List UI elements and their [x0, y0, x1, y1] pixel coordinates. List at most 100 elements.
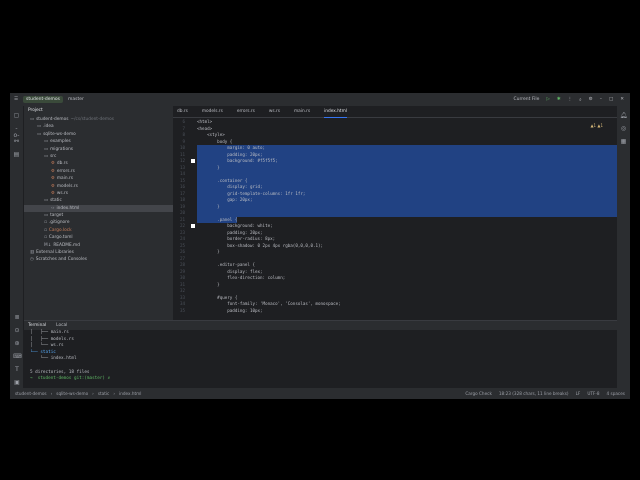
terminal-output[interactable]: │ ├── main.rs │ ├── models.rs │ └── ws.rs └… — [24, 330, 617, 383]
terminal-icon[interactable]: ⌨ — [13, 353, 22, 360]
html-icon: ‹› — [51, 205, 55, 211]
tree-item[interactable]: ▭ student-demos ~/cs/student-demos — [24, 116, 173, 123]
run-config-selector[interactable]: Current File — [514, 97, 540, 102]
tree-item-label: main.rs — [56, 176, 73, 182]
tree-item-label: models.rs — [56, 183, 78, 189]
status-bar: student-demos › sqlite-ws-demo › static › i… — [10, 388, 630, 399]
tab-main-rs[interactable]: main.rs — [294, 106, 310, 118]
color-swatch-icon — [191, 224, 195, 228]
folder-icon: ▭ — [44, 139, 49, 145]
tree-item-label: student-demos — [36, 117, 69, 122]
tree-item[interactable]: ▭ migrations — [24, 146, 173, 153]
tree-item[interactable]: ◷ Scratches and Consoles — [24, 256, 173, 263]
tree-item-label: sqlite-ws-demo — [43, 131, 76, 137]
tree-item[interactable]: ▫ Cargo.toml — [24, 234, 173, 241]
tree-item[interactable]: ⚙ db.rs — [24, 160, 173, 167]
tree-item[interactable]: ▭ static — [24, 197, 173, 204]
terminal-tabs: Terminal Local — [24, 321, 617, 330]
git-icon[interactable]: ⊛ — [13, 340, 21, 347]
line-separator[interactable]: LF — [576, 391, 581, 396]
tree-item-label: Cargo.toml — [48, 235, 73, 241]
structure-icon[interactable]: ⚯ — [13, 138, 21, 145]
breadcrumb-0[interactable]: student-demos — [15, 391, 47, 396]
file-icon: ▫ — [44, 235, 47, 241]
tree-item[interactable]: ▭ sqlite-ws-demo — [24, 131, 173, 138]
tree-item[interactable]: ▥ External Libraries — [24, 249, 173, 256]
indent[interactable]: 4 spaces — [607, 391, 625, 396]
tree-item[interactable]: ⚙ errors.rs — [24, 168, 173, 175]
breadcrumb-3[interactable]: index.html — [119, 391, 141, 396]
line-number: 35 — [179, 307, 185, 313]
code-text: padding: 10px; — [197, 307, 263, 313]
tab-ws-rs[interactable]: ws.rs — [269, 106, 280, 118]
branch-selector[interactable]: master — [68, 97, 84, 102]
search-icon[interactable]: ⌕ — [579, 97, 582, 103]
project-panel-title: Project — [28, 108, 43, 113]
close-icon[interactable]: ✕ — [620, 97, 624, 102]
main-menu-icon[interactable]: ☰ — [14, 97, 18, 102]
tree-item[interactable]: ▭ .idea — [24, 123, 173, 130]
folder-icon: ▭ — [37, 131, 42, 137]
project-panel: Project ▭ student-demos ~/cs/student-demo… — [24, 106, 173, 320]
problems-icon[interactable]: ⊙ — [13, 327, 21, 334]
breadcrumb-2[interactable]: static — [98, 391, 110, 396]
tree-item[interactable]: ▭ src — [24, 153, 173, 160]
maximize-icon[interactable]: □ — [609, 97, 613, 102]
tree-item[interactable]: ⚙ models.rs — [24, 183, 173, 190]
code-area[interactable]: 6 <html> 7 <head> 8 <style> 9 body {10 margin… — [173, 119, 617, 320]
project-selector[interactable]: student-demos — [23, 96, 63, 103]
project-icon[interactable]: ▢ — [13, 112, 21, 119]
text-icon[interactable]: T — [13, 366, 21, 373]
database-icon[interactable]: ◎ — [620, 125, 628, 132]
rust-icon: ⚙ — [51, 161, 55, 167]
tree-item-label: target — [50, 213, 64, 219]
terminal-line: → student-demos git:(master) ✗ — [30, 376, 113, 382]
tab-terminal[interactable]: Terminal — [28, 323, 46, 328]
terminal-tool-icon[interactable]: ▣ — [13, 379, 21, 386]
file-icon: ▫ — [44, 220, 47, 226]
minimize-icon[interactable]: – — [600, 97, 602, 102]
terminal-panel[interactable]: Terminal Local │ ├── main.rs │ ├── models… — [24, 320, 617, 388]
cursor-position[interactable]: 18:23 (328 chars, 11 line breaks) — [499, 391, 569, 396]
tree-item[interactable]: ▭ target — [24, 212, 173, 219]
more-icon[interactable]: ⋮ — [568, 97, 573, 102]
notifications-icon[interactable]: 🔔︎ — [620, 112, 628, 119]
folder-icon: ▭ — [44, 146, 49, 152]
tab-db-rs[interactable]: db.rs — [177, 106, 188, 118]
tree-item[interactable]: ⚙ main.rs — [24, 175, 173, 182]
tab-models-rs[interactable]: models.rs — [202, 106, 223, 118]
commit-icon[interactable]: -o- — [13, 125, 21, 139]
tree-item-label: src — [50, 153, 57, 159]
md-icon: M↓ — [44, 242, 52, 248]
terminal-line: └── static — [30, 349, 56, 355]
services-icon[interactable]: ≣ — [13, 314, 21, 321]
gutter — [189, 308, 197, 315]
project-tree: ▭ student-demos ~/cs/student-demos ▭ .idea ▭… — [24, 116, 173, 264]
tree-item[interactable]: ▫ Cargo.lock — [24, 227, 173, 234]
tree-item[interactable]: M↓ README.md — [24, 242, 173, 249]
terminal-line: │ ├── main.rs — [30, 330, 69, 335]
tree-item-label: db.rs — [56, 161, 68, 167]
cargo-check[interactable]: Cargo Check — [465, 391, 492, 396]
settings-icon[interactable]: ⚙ — [589, 97, 593, 102]
tree-item[interactable]: ▫ .gitignore — [24, 219, 173, 226]
tab-errors-rs[interactable]: errors.rs — [237, 106, 255, 118]
code-line[interactable]: 35 padding: 10px; — [173, 308, 617, 315]
file-icon: ▫ — [44, 227, 47, 233]
bookmarks-icon[interactable]: ▤ — [13, 151, 21, 158]
tab-index-html[interactable]: index.html — [324, 106, 347, 118]
folder-icon: ▭ — [44, 198, 49, 204]
tree-item[interactable]: ▭ examples — [24, 138, 173, 145]
encoding[interactable]: UTF-8 — [587, 391, 599, 396]
ai-icon[interactable]: ▦ — [620, 138, 628, 145]
tree-item[interactable]: ⚙ ws.rs — [24, 190, 173, 197]
tree-item[interactable]: ‹› index.html — [24, 204, 173, 213]
tab-local[interactable]: Local — [56, 323, 67, 328]
tree-item-label: errors.rs — [56, 168, 75, 174]
debug-icon[interactable]: ✱ — [557, 97, 561, 102]
run-icon[interactable]: ▷ — [546, 97, 549, 102]
breadcrumb-1[interactable]: sqlite-ws-demo — [56, 391, 88, 396]
editor[interactable]: db.rs models.rs errors.rs ws.rs main.rs index… — [173, 106, 617, 320]
tree-item-note: ~/cs/student-demos — [70, 117, 114, 122]
terminal-line: │ ├── models.rs — [30, 336, 74, 342]
